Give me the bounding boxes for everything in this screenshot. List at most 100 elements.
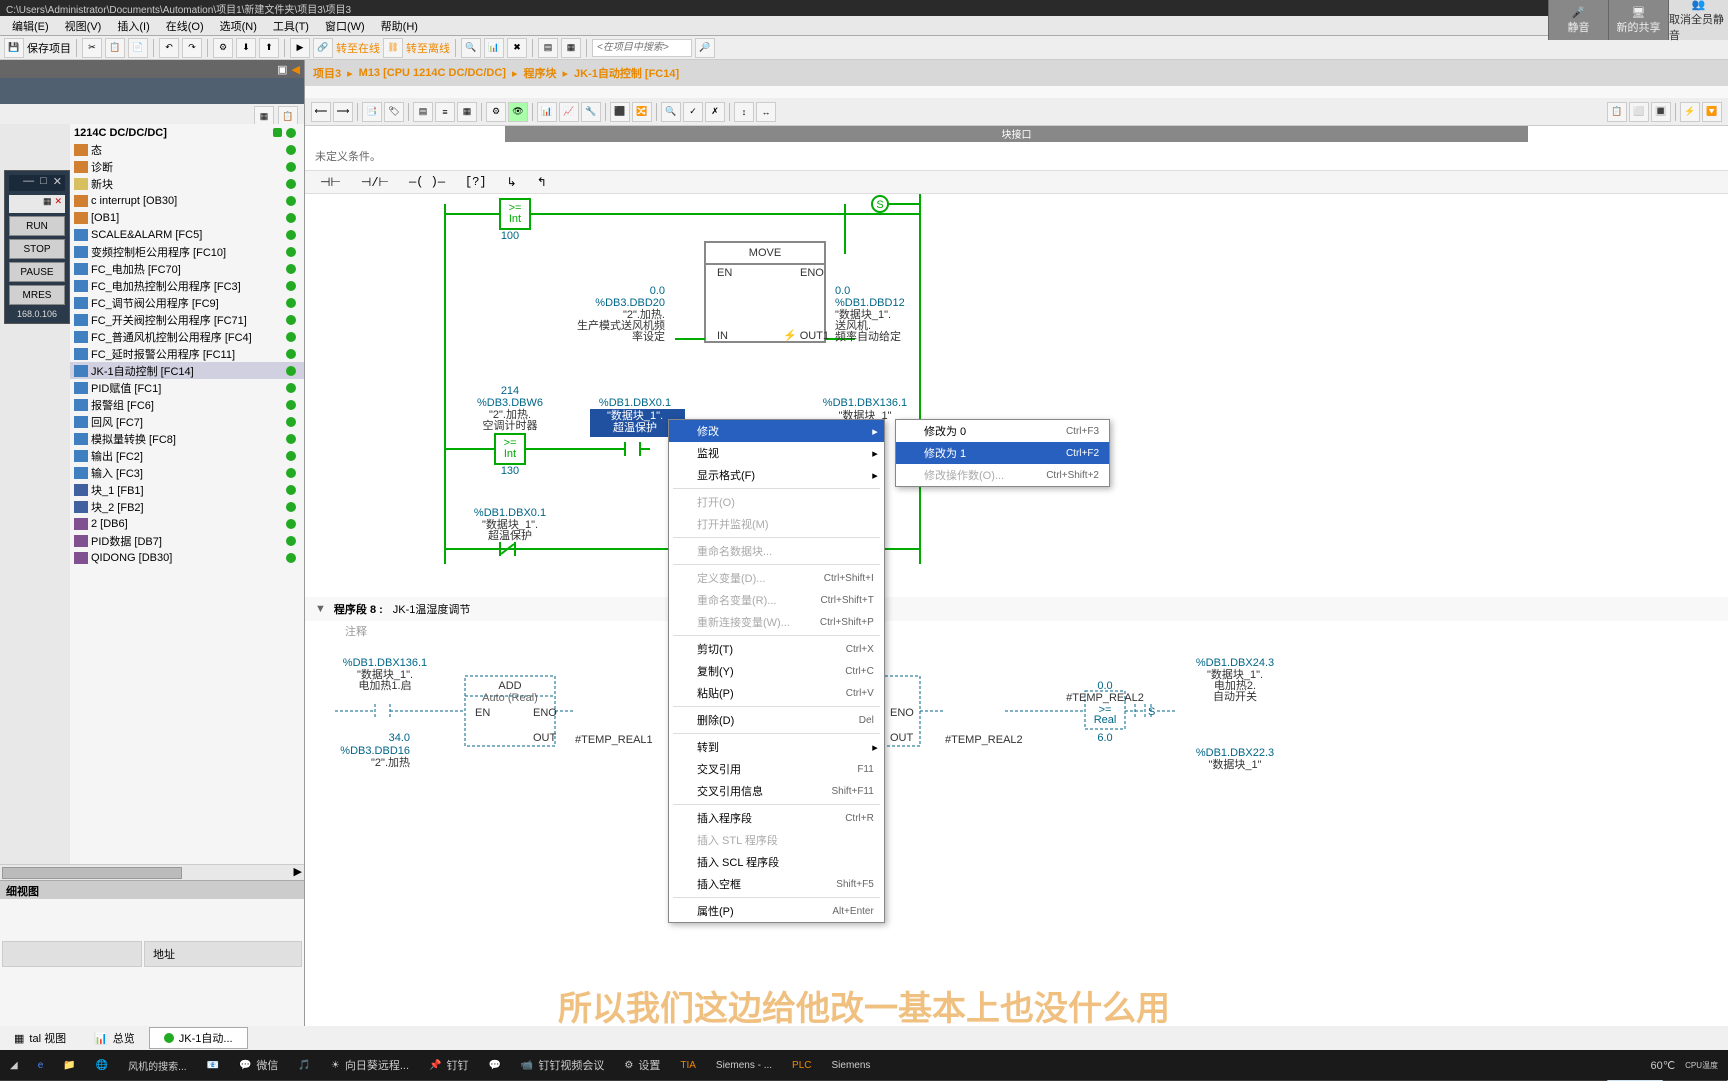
- et-view1-icon[interactable]: ▤: [413, 102, 433, 122]
- et-d-icon[interactable]: ⬛: [610, 102, 630, 122]
- menu-item[interactable]: 删除(D)Del: [669, 709, 884, 731]
- et-monitor-icon[interactable]: 👁: [508, 102, 528, 122]
- share-button[interactable]: 🖥新的共享: [1608, 0, 1668, 40]
- menu-view[interactable]: 视图(V): [57, 16, 110, 36]
- undo-icon[interactable]: ↶: [159, 38, 179, 58]
- menu-insert[interactable]: 插入(I): [109, 16, 157, 36]
- et-g-icon[interactable]: ✓: [683, 102, 703, 122]
- bc-device[interactable]: M13 [CPU 1214C DC/DC/DC]: [359, 67, 506, 79]
- tb-app1[interactable]: 📧: [197, 1050, 229, 1080]
- layout1-icon[interactable]: ▤: [538, 38, 558, 58]
- menu-item[interactable]: 复制(Y)Ctrl+C: [669, 660, 884, 682]
- tree-item[interactable]: 回风 [FC7]: [70, 413, 304, 430]
- context-menu[interactable]: 修改▸监视▸显示格式(F)▸打开(O)打开并监视(M)重命名数据块...定义变量…: [668, 419, 885, 923]
- et-k-icon[interactable]: 📋: [1607, 102, 1627, 122]
- tool2-icon[interactable]: 📊: [484, 38, 504, 58]
- branch2-icon[interactable]: ↰: [530, 172, 554, 193]
- tb-start[interactable]: ◢: [0, 1050, 28, 1080]
- menu-item[interactable]: 插入程序段Ctrl+R: [669, 807, 884, 829]
- et-j-icon[interactable]: ↔: [756, 102, 776, 122]
- menu-item[interactable]: 修改▸: [669, 420, 884, 442]
- active-tab[interactable]: JK-1自动...: [149, 1027, 248, 1049]
- tb-siemens2[interactable]: Siemens: [822, 1050, 881, 1080]
- et-compile-icon[interactable]: ⚙: [486, 102, 506, 122]
- redo-icon[interactable]: ↷: [182, 38, 202, 58]
- go-offline-label[interactable]: 转至离线: [406, 40, 450, 56]
- et-l-icon[interactable]: ⬜: [1629, 102, 1649, 122]
- tb-siemens1[interactable]: Siemens - ...: [706, 1050, 782, 1080]
- tb-wechat[interactable]: 💬微信: [229, 1050, 288, 1080]
- tree-item[interactable]: FC_调节阀公用程序 [FC9]: [70, 294, 304, 311]
- panel-del-icon[interactable]: ✕: [54, 196, 62, 212]
- tree-item[interactable]: 诊断: [70, 158, 304, 175]
- tree-tool2-icon[interactable]: 📋: [278, 106, 298, 126]
- overview-button[interactable]: 📊总览: [80, 1028, 149, 1048]
- upload-icon[interactable]: ⬆: [259, 38, 279, 58]
- coil-icon[interactable]: —( )—: [402, 172, 452, 192]
- tree-item[interactable]: 新块: [70, 175, 304, 192]
- save-icon[interactable]: 💾: [4, 38, 24, 58]
- et-e-icon[interactable]: 🔀: [632, 102, 652, 122]
- unmute-all-button[interactable]: 👥取消全员静音: [1668, 0, 1728, 40]
- submenu-item[interactable]: 修改为 1Ctrl+F2: [896, 442, 1109, 464]
- pause-button[interactable]: PAUSE: [9, 262, 65, 282]
- online-icon[interactable]: 🔗: [313, 38, 333, 58]
- et-view3-icon[interactable]: ▦: [457, 102, 477, 122]
- bc-current[interactable]: JK-1自动控制 [FC14]: [574, 65, 679, 81]
- menu-tools[interactable]: 工具(T): [265, 16, 317, 36]
- et-o-icon[interactable]: 🔽: [1702, 102, 1722, 122]
- et-i-icon[interactable]: ↕: [734, 102, 754, 122]
- et-m-icon[interactable]: 🔳: [1651, 102, 1671, 122]
- panel-tool-icon[interactable]: ▦: [43, 196, 52, 212]
- paste-icon[interactable]: 📄: [128, 38, 148, 58]
- context-submenu-modify[interactable]: 修改为 0Ctrl+F3修改为 1Ctrl+F2修改操作数(O)...Ctrl+…: [895, 419, 1110, 487]
- contact-no-icon[interactable]: ⊣⊢: [313, 172, 348, 193]
- et-tag-icon[interactable]: 🏷: [384, 102, 404, 122]
- compile-icon[interactable]: ⚙: [213, 38, 233, 58]
- et-goto2-icon[interactable]: ⟶: [333, 102, 353, 122]
- stop-button[interactable]: STOP: [9, 239, 65, 259]
- search-go-icon[interactable]: 🔎: [695, 38, 715, 58]
- network-8-header[interactable]: ▼ 程序段 8 : JK-1温湿度调节: [305, 597, 1728, 621]
- et-goto-icon[interactable]: ⟵: [311, 102, 331, 122]
- tree-item[interactable]: 变频控制柜公用程序 [FC10]: [70, 243, 304, 260]
- tree-item[interactable]: [OB1]: [70, 209, 304, 226]
- download-icon[interactable]: ⬇: [236, 38, 256, 58]
- tree-item[interactable]: c interrupt [OB30]: [70, 192, 304, 209]
- bc-project[interactable]: 项目3: [313, 65, 341, 81]
- tb-plcsim[interactable]: PLC: [782, 1050, 821, 1080]
- tree-cpu-node[interactable]: 1214C DC/DC/DC]: [70, 124, 304, 141]
- menu-item[interactable]: 监视▸: [669, 442, 884, 464]
- go-online-label[interactable]: 转至在线: [336, 40, 380, 56]
- menu-item[interactable]: 转到▸: [669, 736, 884, 758]
- et-h-icon[interactable]: ✗: [705, 102, 725, 122]
- min-icon[interactable]: —: [20, 175, 37, 191]
- search-input[interactable]: [592, 39, 692, 57]
- tree-item[interactable]: 输出 [FC2]: [70, 447, 304, 464]
- cut-icon[interactable]: ✂: [82, 38, 102, 58]
- box-icon[interactable]: [?]: [458, 172, 494, 192]
- tb-app2[interactable]: 🎵: [288, 1050, 320, 1080]
- et-n-icon[interactable]: ⚡: [1680, 102, 1700, 122]
- tree-item[interactable]: FC_普通风机控制公用程序 [FC4]: [70, 328, 304, 345]
- tree-item[interactable]: FC_延时报警公用程序 [FC11]: [70, 345, 304, 362]
- project-tree[interactable]: 1214C DC/DC/DC] 态诊断新块c interrupt [OB30][…: [70, 124, 304, 864]
- copy-icon[interactable]: 📋: [105, 38, 125, 58]
- tb-browser[interactable]: 🌐: [86, 1050, 118, 1080]
- et-b-icon[interactable]: 📈: [559, 102, 579, 122]
- tree-item[interactable]: 模拟量转换 [FC8]: [70, 430, 304, 447]
- tb-search[interactable]: 风机的搜索...: [118, 1050, 196, 1080]
- tree-item[interactable]: QIDONG [DB30]: [70, 549, 304, 566]
- collapse-icon[interactable]: ▣: [277, 63, 287, 76]
- sim-icon[interactable]: ▶: [290, 38, 310, 58]
- submenu-item[interactable]: 修改为 0Ctrl+F3: [896, 420, 1109, 442]
- tree-item[interactable]: 2 [DB6]: [70, 515, 304, 532]
- menu-window[interactable]: 窗口(W): [317, 16, 373, 36]
- arrow-left-icon[interactable]: ◀: [292, 63, 300, 76]
- tb-dingmeeting[interactable]: 📹钉钉视频会议: [511, 1050, 614, 1080]
- block-interface-label[interactable]: 块接口: [505, 126, 1528, 142]
- et-f-icon[interactable]: 🔍: [661, 102, 681, 122]
- et-view2-icon[interactable]: ≡: [435, 102, 455, 122]
- menu-help[interactable]: 帮助(H): [373, 16, 426, 36]
- mute-button[interactable]: 🎤静音: [1548, 0, 1608, 40]
